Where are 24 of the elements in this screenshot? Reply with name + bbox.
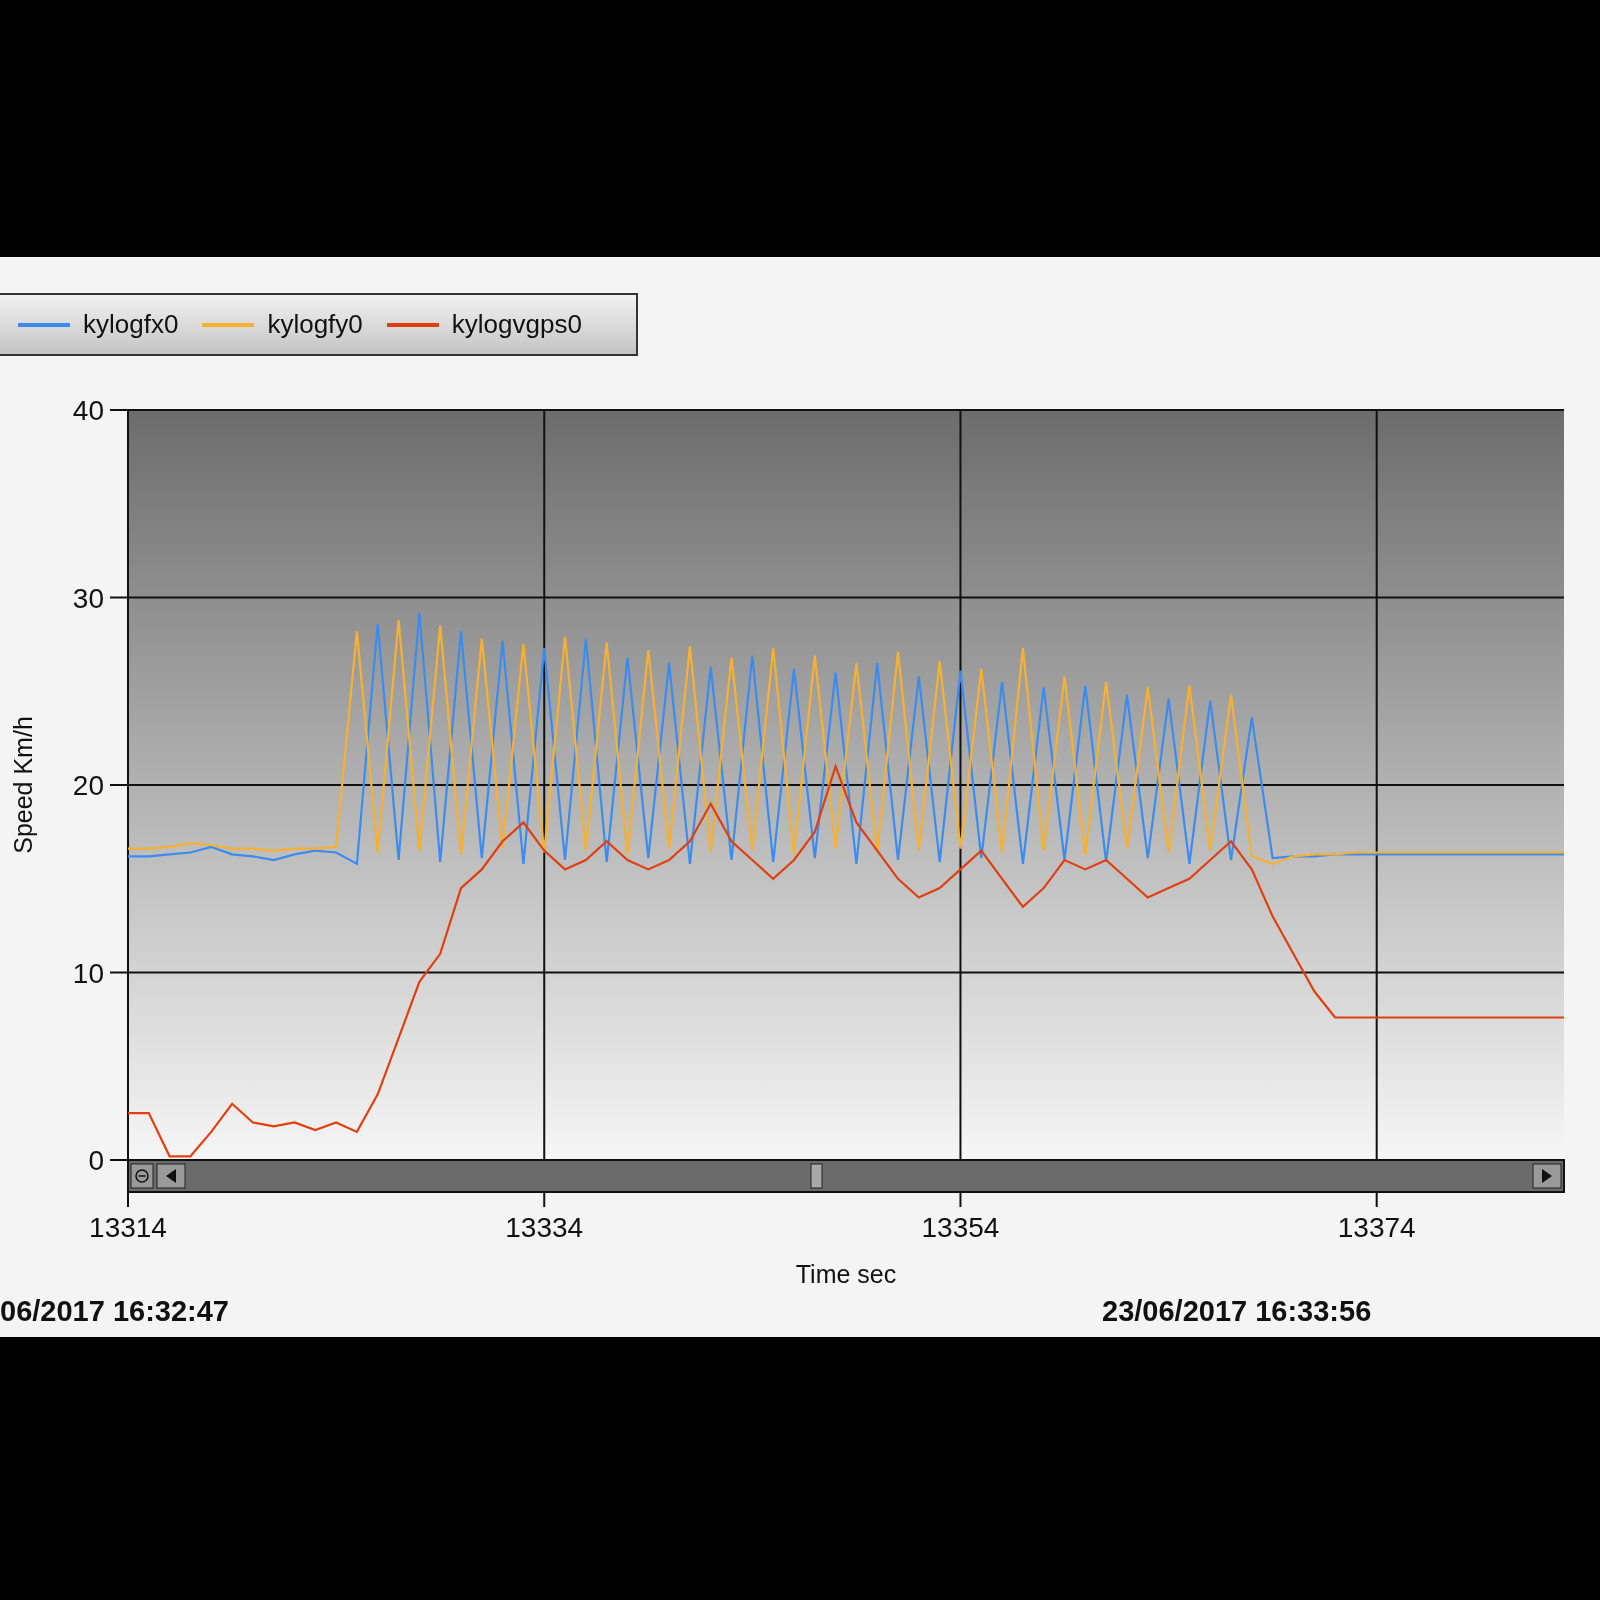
legend-label: kylogfx0 — [83, 308, 179, 341]
x-tick-label: 13314 — [89, 1212, 167, 1243]
scrollbar-thumb[interactable] — [810, 1163, 823, 1189]
scrollbar[interactable] — [127, 1159, 1565, 1193]
legend-swatch — [18, 322, 70, 327]
legend-label: kylogvgps0 — [451, 308, 582, 341]
legend-swatch — [386, 322, 439, 327]
zoom-out-button[interactable] — [130, 1163, 154, 1189]
y-axis-title: Speed Km/h — [9, 716, 37, 854]
x-axis-title: Time sec — [795, 1260, 897, 1288]
x-tick-label: 13334 — [505, 1212, 584, 1243]
scroll-left-button[interactable] — [156, 1163, 186, 1189]
y-tick-label: 40 — [72, 395, 104, 426]
end-timestamp: 23/06/2017 16:33:56 — [1102, 1297, 1372, 1326]
legend-swatch — [202, 322, 255, 327]
scroll-right-button[interactable] — [1532, 1163, 1562, 1189]
y-tick-label: 10 — [72, 957, 104, 989]
x-tick-label: 13354 — [921, 1212, 1000, 1243]
x-tick-label: 13374 — [1337, 1212, 1416, 1243]
start-timestamp: 06/2017 16:32:47 — [0, 1297, 229, 1326]
y-tick-label: 20 — [72, 770, 104, 801]
y-tick-label: 0 — [88, 1145, 104, 1176]
y-tick-label: 30 — [72, 582, 104, 614]
legend-label: kylogfy0 — [267, 308, 363, 341]
